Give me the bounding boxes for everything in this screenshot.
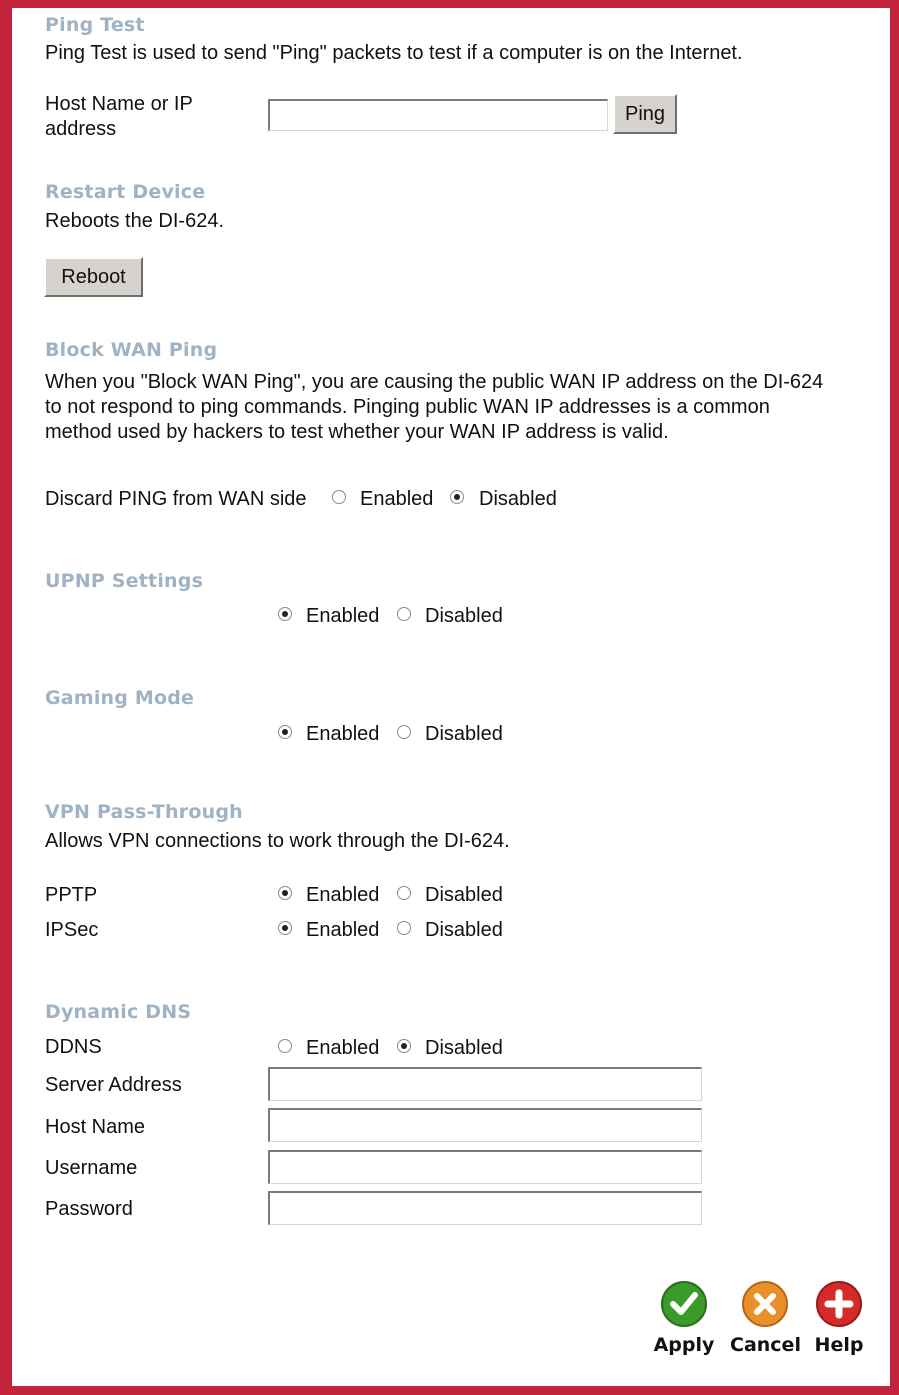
upnp-enabled-radio[interactable] <box>278 607 292 621</box>
pptp-disabled-radio[interactable] <box>397 886 411 900</box>
discard-ping-label: Discard PING from WAN side <box>45 488 307 510</box>
apply-label: Apply <box>653 1334 715 1356</box>
ipsec-disabled-label: Disabled <box>425 919 503 941</box>
server-address-input[interactable] <box>268 1067 702 1101</box>
upnp-disabled-label: Disabled <box>425 605 503 627</box>
host-name-label: Host Name <box>45 1116 146 1138</box>
ping-button[interactable]: Ping <box>613 94 677 134</box>
gaming-mode-enabled-radio[interactable] <box>278 725 292 739</box>
ipsec-disabled-radio[interactable] <box>397 921 411 935</box>
ping-test-heading: Ping Test <box>45 14 145 36</box>
pptp-label: PPTP <box>45 884 98 906</box>
restart-device-description: Reboots the DI-624. <box>45 210 224 232</box>
username-input[interactable] <box>268 1150 702 1184</box>
upnp-heading: UPNP Settings <box>45 570 204 592</box>
gaming-mode-disabled-radio[interactable] <box>397 725 411 739</box>
ipsec-enabled-radio[interactable] <box>278 921 292 935</box>
vpn-description: Allows VPN connections to work through t… <box>45 830 510 852</box>
ddns-label: DDNS <box>45 1036 102 1058</box>
host-name-label-line1: Host Name or IP <box>45 93 193 115</box>
ddns-heading: Dynamic DNS <box>45 1001 192 1023</box>
restart-device-heading: Restart Device <box>45 181 206 203</box>
ipsec-label: IPSec <box>45 919 99 941</box>
help-label: Help <box>814 1334 864 1356</box>
discard-ping-enabled-radio[interactable] <box>332 490 346 504</box>
pptp-disabled-label: Disabled <box>425 884 503 906</box>
gaming-mode-heading: Gaming Mode <box>45 687 195 709</box>
block-wan-ping-desc-line3: method used by hackers to test whether y… <box>45 421 669 443</box>
ddns-enabled-radio[interactable] <box>278 1039 292 1053</box>
host-name-label-line2: address <box>45 118 117 140</box>
upnp-disabled-radio[interactable] <box>397 607 411 621</box>
reboot-button[interactable]: Reboot <box>44 257 143 297</box>
block-wan-ping-heading: Block WAN Ping <box>45 339 218 361</box>
password-label: Password <box>45 1198 133 1220</box>
vpn-heading: VPN Pass-Through <box>45 801 243 823</box>
ddns-disabled-label: Disabled <box>425 1037 503 1059</box>
host-name-input[interactable] <box>268 99 608 131</box>
password-input[interactable] <box>268 1191 702 1225</box>
server-address-label: Server Address <box>45 1074 182 1096</box>
gaming-mode-disabled-label: Disabled <box>425 723 503 745</box>
username-label: Username <box>45 1157 138 1179</box>
pptp-enabled-label: Enabled <box>306 884 380 906</box>
discard-ping-disabled-label: Disabled <box>479 488 557 510</box>
cancel-x-icon <box>742 1281 788 1327</box>
discard-ping-disabled-radio[interactable] <box>450 490 464 504</box>
block-wan-ping-desc-line2: to not respond to ping commands. Pinging… <box>45 396 770 418</box>
checkmark-icon <box>661 1281 707 1327</box>
cancel-button[interactable]: Cancel <box>730 1280 801 1356</box>
ddns-host-name-input[interactable] <box>268 1108 702 1142</box>
ping-test-description: Ping Test is used to send "Ping" packets… <box>45 42 743 64</box>
ipsec-enabled-label: Enabled <box>306 919 380 941</box>
cancel-label: Cancel <box>730 1334 801 1356</box>
help-button[interactable]: Help <box>804 1280 874 1356</box>
gaming-mode-enabled-label: Enabled <box>306 723 380 745</box>
apply-button[interactable]: Apply <box>649 1280 719 1356</box>
pptp-enabled-radio[interactable] <box>278 886 292 900</box>
block-wan-ping-desc-line1: When you "Block WAN Ping", you are causi… <box>45 371 824 393</box>
upnp-enabled-label: Enabled <box>306 605 380 627</box>
help-plus-icon <box>816 1281 862 1327</box>
ddns-enabled-label: Enabled <box>306 1037 380 1059</box>
ddns-disabled-radio[interactable] <box>397 1039 411 1053</box>
discard-ping-enabled-label: Enabled <box>360 488 434 510</box>
settings-panel: Ping Test Ping Test is used to send "Pin… <box>12 8 890 1386</box>
